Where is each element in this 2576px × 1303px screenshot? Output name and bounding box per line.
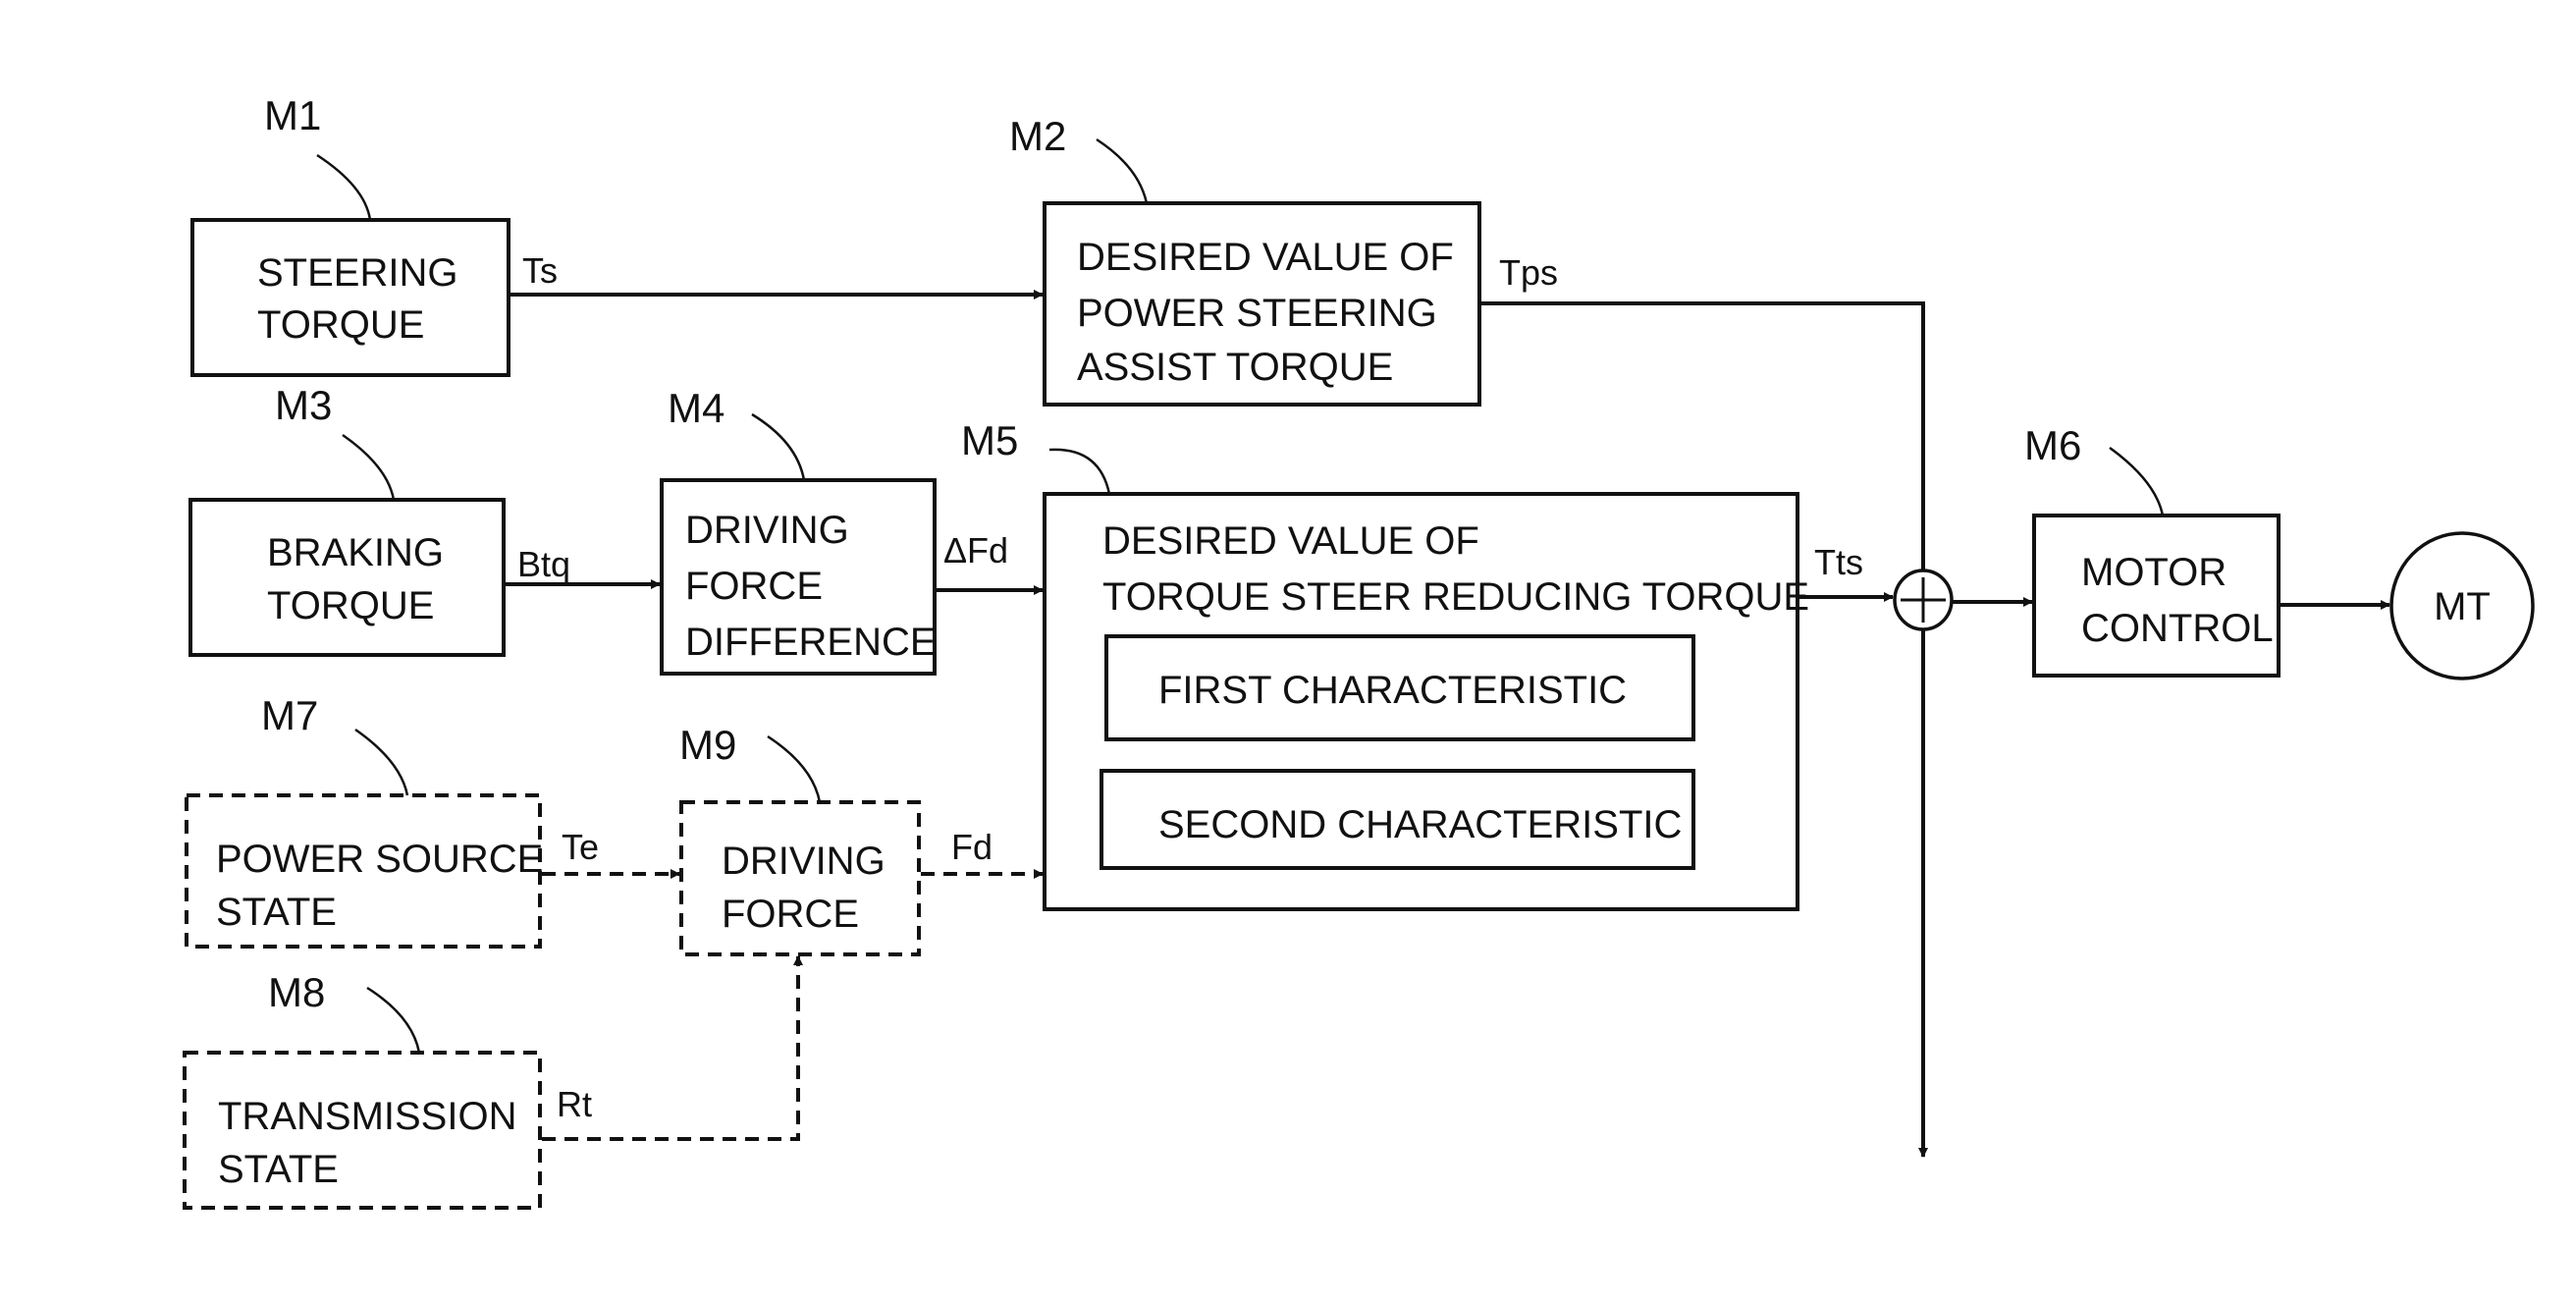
block-m8-line-2: STATE (218, 1148, 339, 1191)
block-m3-frame (188, 498, 506, 657)
leader-line-m4 (751, 412, 806, 481)
block-m6-frame (2032, 514, 2281, 678)
block-m2-line-2: POWER STEERING (1077, 292, 1437, 335)
ref-label-m6: M6 (2024, 422, 2081, 468)
signal-label-fd: Fd (951, 827, 993, 867)
leader-line-m2 (1096, 137, 1149, 204)
block-diagram: STEERING TORQUE M1 DESIRED VALUE OF POWE… (183, 92, 2535, 1210)
block-m6-motor-control: MOTOR CONTROL (2032, 514, 2281, 678)
block-m9-line-2: FORCE (722, 893, 859, 936)
ref-label-m2: M2 (1009, 113, 1066, 159)
leader-line-m5 (1048, 448, 1111, 495)
motor-mt: MT (2389, 531, 2535, 680)
block-m4-line-3: DIFFERENCE (685, 621, 937, 664)
block-m4-driving-force-difference: DRIVING FORCE DIFFERENCE (660, 478, 937, 676)
block-m7-line-2: STATE (216, 891, 337, 934)
block-m3-line-2: TORQUE (267, 584, 434, 627)
block-m5-line-1: DESIRED VALUE OF (1102, 519, 1479, 563)
ref-label-m9: M9 (679, 722, 736, 768)
block-m1-line-2: TORQUE (257, 303, 424, 347)
ref-label-m1: M1 (264, 92, 321, 138)
signal-label-te: Te (562, 827, 599, 867)
block-m9-line-1: DRIVING (722, 840, 886, 883)
signal-label-rt: Rt (557, 1084, 592, 1124)
ref-label-m7: M7 (261, 692, 318, 738)
block-m1-line-1: STEERING (257, 251, 457, 295)
sub-block-second-characteristic: SECOND CHARACTERISTIC (1100, 769, 1695, 870)
signal-label-tps: Tps (1499, 252, 1558, 293)
block-m7-line-1: POWER SOURCE (216, 838, 543, 881)
leader-line-m7 (354, 728, 409, 796)
ref-label-m5: M5 (961, 417, 1018, 463)
signal-label-tts: Tts (1814, 542, 1863, 582)
block-m2-power-steering-assist: DESIRED VALUE OF POWER STEERING ASSIST T… (1043, 201, 1481, 407)
summing-junction (1893, 569, 1954, 631)
leader-line-m1 (316, 153, 372, 221)
block-m8-transmission-state: TRANSMISSION STATE (183, 1051, 542, 1210)
block-m3-line-1: BRAKING (267, 531, 444, 574)
block-m4-line-1: DRIVING (685, 509, 849, 552)
sub-block-first-characteristic: FIRST CHARACTERISTIC (1104, 634, 1695, 741)
ref-label-m4: M4 (668, 385, 724, 431)
block-m4-line-2: FORCE (685, 565, 823, 608)
block-m9-driving-force: DRIVING FORCE (679, 800, 921, 956)
sub-block-first-label: FIRST CHARACTERISTIC (1158, 669, 1627, 712)
block-m5-torque-steer-reducing: DESIRED VALUE OF TORQUE STEER REDUCING T… (1043, 492, 1809, 911)
block-m3-braking-torque: BRAKING TORQUE (188, 498, 506, 657)
leader-line-m9 (767, 734, 822, 803)
ref-label-m3: M3 (275, 382, 332, 428)
block-m7-power-source-state: POWER SOURCE STATE (185, 793, 543, 949)
motor-label: MT (2434, 585, 2491, 628)
ref-label-m8: M8 (268, 969, 325, 1015)
block-m6-line-1: MOTOR (2081, 551, 2227, 594)
block-m5-line-2: TORQUE STEER REDUCING TORQUE (1102, 575, 1809, 619)
leader-line-m6 (2109, 446, 2165, 516)
block-m2-line-3: ASSIST TORQUE (1077, 346, 1393, 389)
signal-label-btq: Btq (517, 544, 570, 584)
block-m1-steering-torque: STEERING TORQUE (190, 218, 510, 377)
block-m1-frame (190, 218, 510, 377)
block-m2-line-1: DESIRED VALUE OF (1077, 236, 1454, 279)
signal-label-delta-fd: ΔFd (943, 530, 1008, 570)
block-m6-line-2: CONTROL (2081, 607, 2274, 650)
leader-line-m8 (366, 986, 421, 1054)
block-m8-line-1: TRANSMISSION (218, 1095, 516, 1138)
leader-line-m3 (342, 433, 396, 501)
sub-block-second-label: SECOND CHARACTERISTIC (1158, 803, 1682, 846)
signal-label-ts: Ts (522, 250, 558, 291)
